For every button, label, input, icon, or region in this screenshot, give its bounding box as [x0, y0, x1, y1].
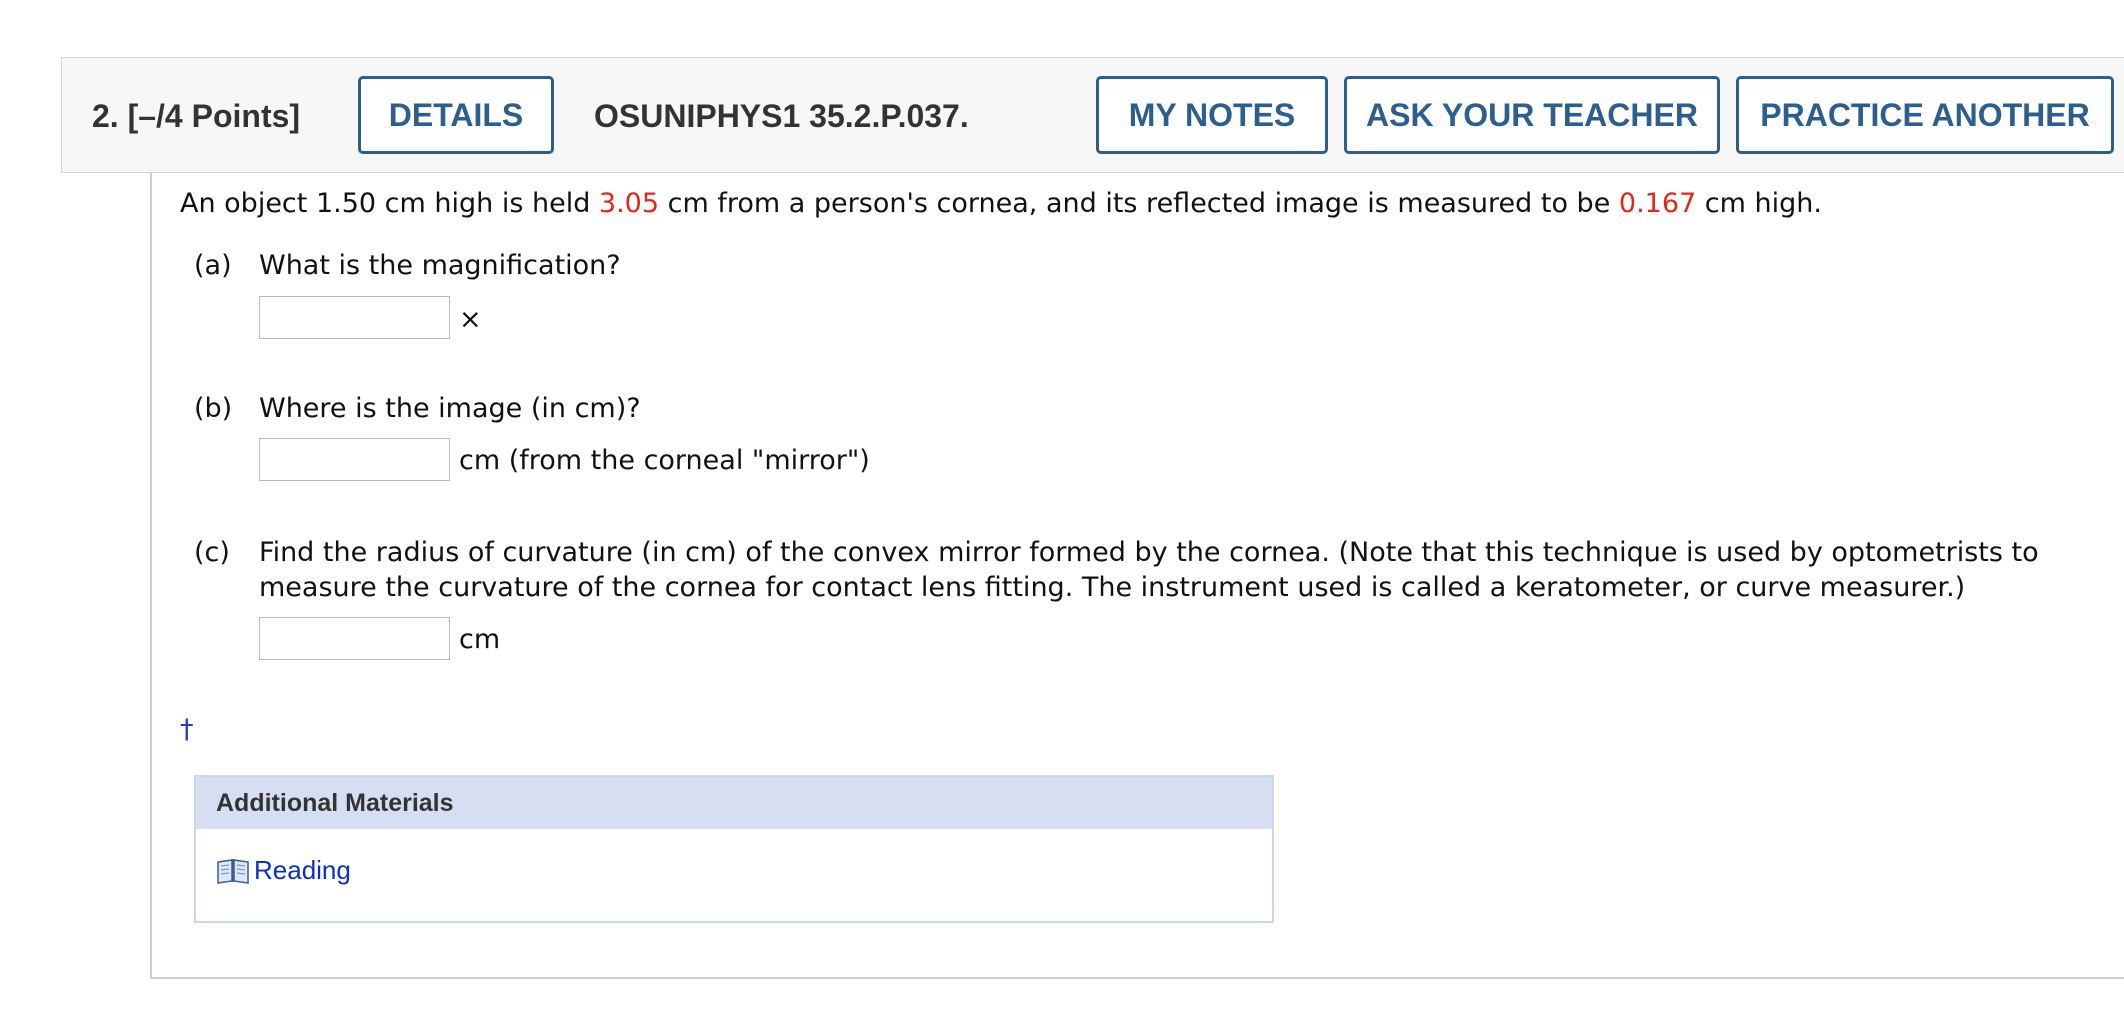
- details-button[interactable]: DETAILS: [358, 76, 554, 154]
- book-icon: [217, 858, 249, 884]
- points-label: [–/4 Points]: [127, 98, 301, 134]
- object-distance-value: 3.05: [598, 188, 660, 219]
- footnote-dagger: †: [180, 714, 194, 745]
- statement-text-1: An object 1.50 cm high is held: [180, 188, 599, 219]
- reading-link-label[interactable]: Reading: [254, 855, 351, 886]
- additional-materials-panel: Additional Materials Reading: [194, 775, 1274, 923]
- part-c-question-line1: Find the radius of curvature (in cm) of …: [259, 537, 2039, 568]
- part-a-unit: ×: [459, 304, 482, 335]
- part-c-unit: cm: [459, 624, 501, 655]
- question-number-points: 2. [–/4 Points]: [92, 94, 300, 138]
- part-a-answer-input[interactable]: [259, 296, 450, 339]
- statement-text-2: cm from a person's cornea, and its refle…: [659, 188, 1619, 219]
- question-number: 2.: [92, 98, 119, 134]
- reading-link[interactable]: Reading: [216, 855, 351, 886]
- practice-another-button[interactable]: PRACTICE ANOTHER: [1736, 76, 2114, 154]
- part-b-question: Where is the image (in cm)?: [259, 393, 641, 424]
- statement-text-3: cm high.: [1696, 188, 1822, 219]
- problem-statement: An object 1.50 cm high is held 3.05 cm f…: [180, 186, 1822, 222]
- part-b-answer-input[interactable]: [259, 438, 450, 481]
- image-height-value: 0.167: [1618, 188, 1697, 219]
- part-b-unit: cm (from the corneal "mirror"): [459, 445, 870, 476]
- part-c-label: (c): [194, 537, 230, 568]
- part-c-question-line2: measure the curvature of the cornea for …: [259, 572, 1966, 603]
- part-a-question: What is the magnification?: [259, 250, 621, 281]
- part-a-label: (a): [194, 250, 232, 281]
- part-c-answer-input[interactable]: [259, 617, 450, 660]
- my-notes-button[interactable]: MY NOTES: [1096, 76, 1328, 154]
- ask-your-teacher-button[interactable]: ASK YOUR TEACHER: [1344, 76, 1720, 154]
- additional-materials-title: Additional Materials: [196, 777, 1272, 829]
- problem-code: OSUNIPHYS1 35.2.P.037.: [594, 98, 969, 134]
- part-b-label: (b): [194, 393, 233, 424]
